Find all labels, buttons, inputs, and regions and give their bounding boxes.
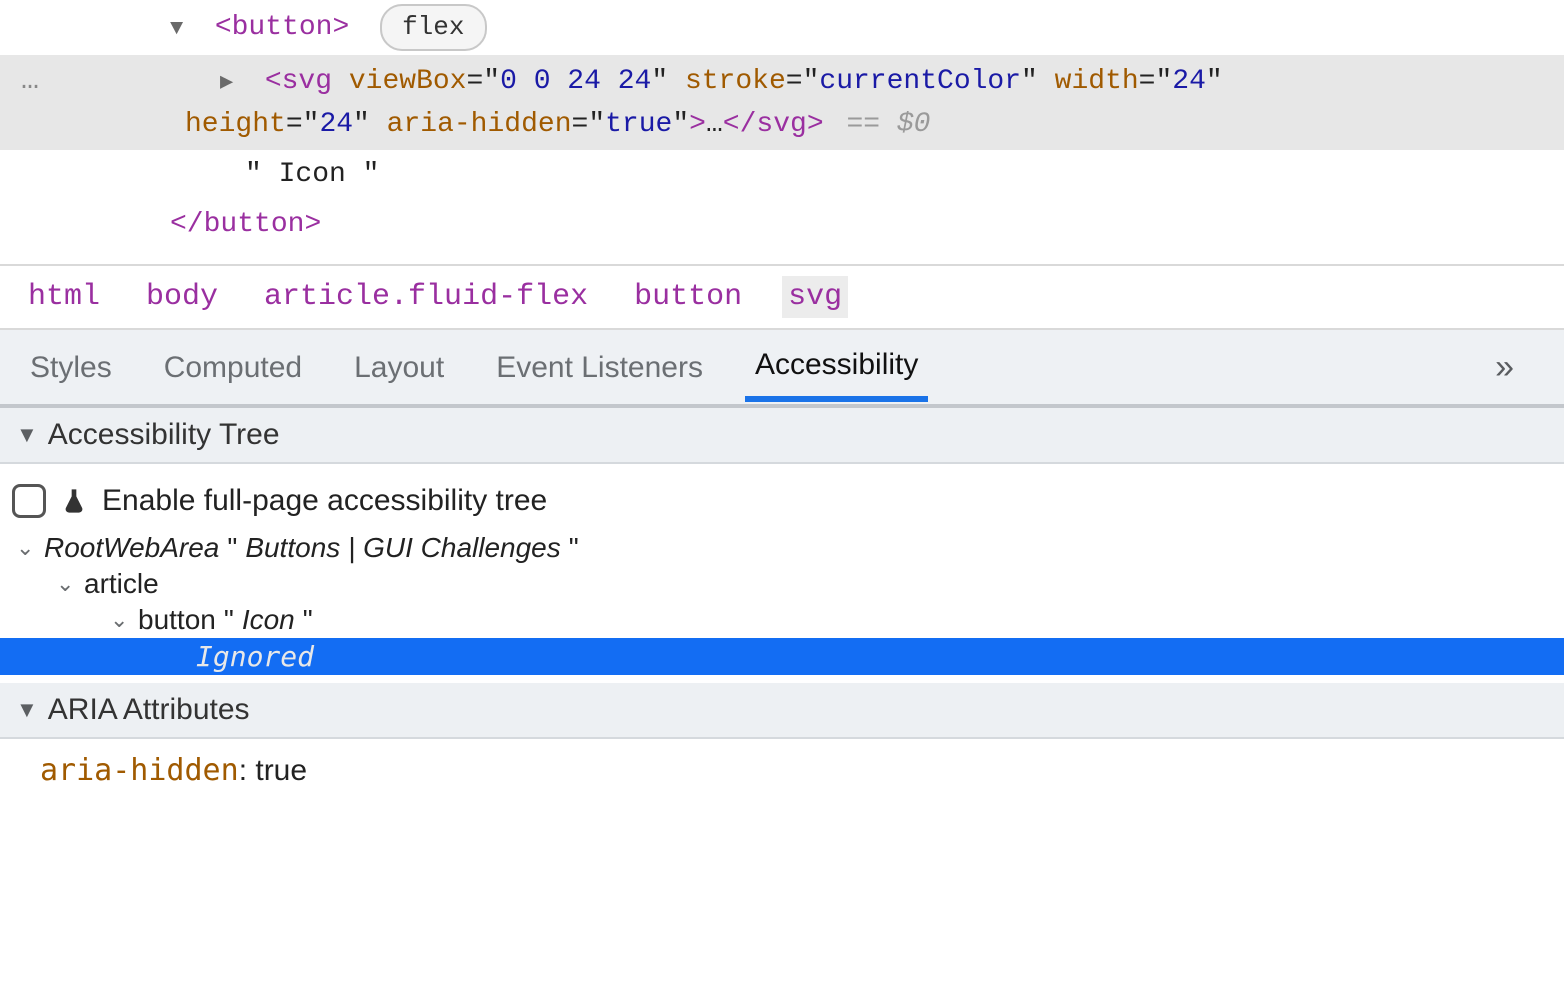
breadcrumb-body[interactable]: body [140, 276, 224, 318]
aria-attr-key: aria-hidden [40, 753, 239, 788]
section-header-accessibility-tree[interactable]: ▼ Accessibility Tree [0, 408, 1564, 464]
tabs-overflow-icon[interactable]: » [1495, 348, 1518, 387]
elements-dom-tree: ▼ <button> flex … ▶ <svg viewBox="0 0 24… [0, 0, 1564, 264]
breadcrumb-html[interactable]: html [22, 276, 106, 318]
enable-full-page-tree-label: Enable full-page accessibility tree [102, 484, 547, 518]
tree-row-article[interactable]: ⌄ article [12, 566, 1552, 602]
layout-badge-flex[interactable]: flex [380, 4, 486, 51]
aria-attributes-body: aria-hidden: true [0, 739, 1564, 802]
chevron-down-icon: ⌄ [56, 571, 76, 597]
tree-row-button[interactable]: ⌄ button "Icon" [12, 602, 1552, 638]
section-title: Accessibility Tree [48, 418, 280, 452]
breadcrumb: html body article.fluid-flex button svg [0, 264, 1564, 328]
chevron-down-icon: ⌄ [16, 535, 36, 561]
aria-attr-value: true [255, 754, 307, 787]
breadcrumb-button[interactable]: button [628, 276, 748, 318]
breadcrumb-article[interactable]: article.fluid-flex [258, 276, 594, 318]
enable-full-page-tree-checkbox[interactable] [12, 484, 46, 518]
enable-full-page-tree-row: Enable full-page accessibility tree [12, 478, 1552, 524]
dom-node-svg-selected[interactable]: … ▶ <svg viewBox="0 0 24 24" stroke="cur… [0, 55, 1564, 150]
tab-styles[interactable]: Styles [26, 333, 116, 401]
breadcrumb-svg[interactable]: svg [782, 276, 848, 318]
console-reference: == $0 [846, 109, 930, 140]
section-title: ARIA Attributes [48, 693, 250, 727]
flask-icon [60, 486, 88, 516]
disclosure-down-icon: ▼ [16, 697, 38, 723]
gutter-dots-icon[interactable]: … [0, 59, 60, 104]
disclosure-right-icon[interactable]: ▶ [220, 66, 242, 99]
dom-node-text[interactable]: " Icon " [0, 150, 1564, 200]
section-header-aria-attributes[interactable]: ▼ ARIA Attributes [0, 683, 1564, 739]
tree-row-root[interactable]: ⌄ RootWebArea "Buttons | GUI Challenges" [12, 530, 1552, 566]
sidebar-tabs: Styles Computed Layout Event Listeners A… [0, 328, 1564, 408]
dom-node-button-open[interactable]: ▼ <button> flex [0, 0, 1564, 55]
accessibility-tree-body: Enable full-page accessibility tree ⌄ Ro… [0, 464, 1564, 683]
tab-accessibility[interactable]: Accessibility [751, 330, 922, 404]
disclosure-down-icon[interactable]: ▼ [170, 12, 192, 45]
tab-layout[interactable]: Layout [350, 333, 448, 401]
dom-node-button-close[interactable]: </button> [0, 200, 1564, 250]
disclosure-down-icon: ▼ [16, 422, 38, 448]
accessibility-tree: ⌄ RootWebArea "Buttons | GUI Challenges"… [12, 530, 1552, 675]
chevron-down-icon: ⌄ [110, 607, 130, 633]
tab-computed[interactable]: Computed [160, 333, 306, 401]
tree-row-ignored-selected[interactable]: Ignored [0, 638, 1564, 675]
tab-event-listeners[interactable]: Event Listeners [492, 333, 707, 401]
